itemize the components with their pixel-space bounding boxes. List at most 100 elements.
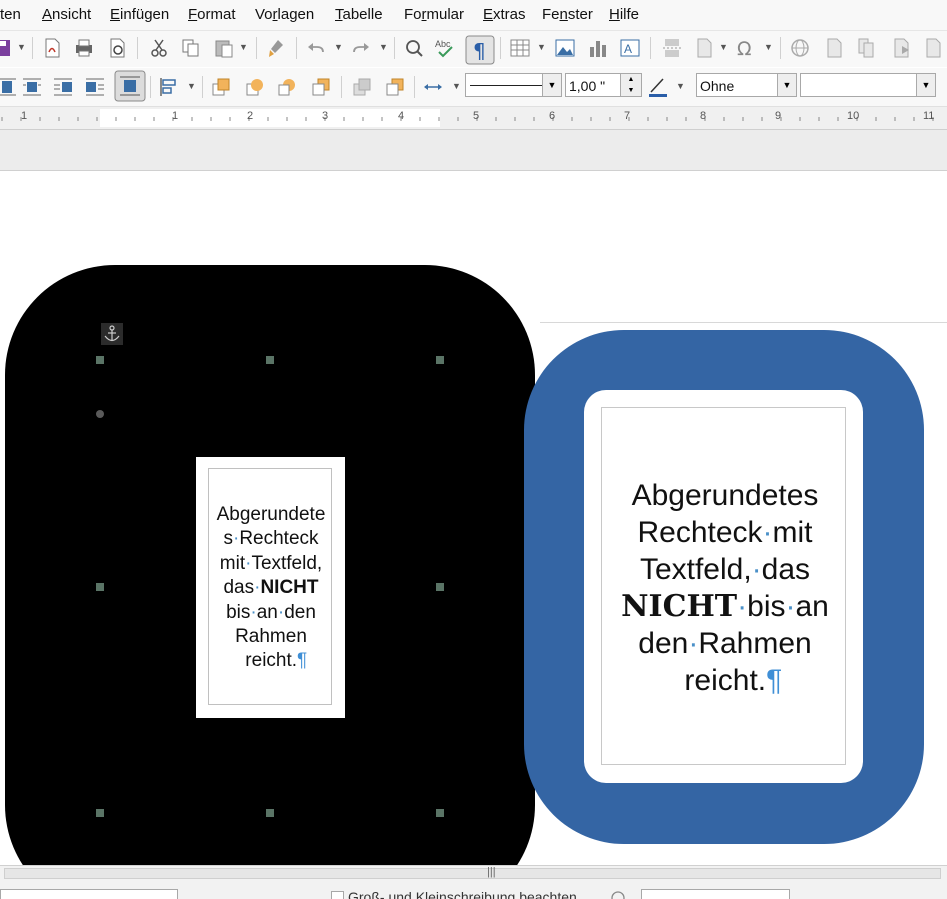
image-icon[interactable] <box>554 37 576 59</box>
area-style-dropdown[interactable]: Ohne ▼ <box>696 73 797 97</box>
document-page[interactable]: Abgerundete s·Rechteck mit·Textfeld, das… <box>0 171 947 865</box>
wrap-through-icon[interactable] <box>114 70 146 102</box>
wrap-off-icon[interactable] <box>0 76 18 98</box>
chevron-down-icon[interactable]: ▼ <box>542 74 561 96</box>
endnote-icon[interactable] <box>856 37 878 59</box>
to-foreground-icon[interactable] <box>351 76 373 98</box>
match-case-checkbox[interactable] <box>331 891 344 899</box>
print-preview-icon[interactable] <box>107 37 129 59</box>
chevron-down-icon[interactable]: ▼ <box>537 42 546 52</box>
textbox-right-text[interactable]: Abgerundetes Rechteck·mit Textfeld,·das … <box>606 477 844 699</box>
find-input[interactable] <box>0 889 178 899</box>
field-icon[interactable] <box>693 37 715 59</box>
resize-handle-w[interactable] <box>96 583 104 591</box>
spin-buttons[interactable]: ▲ ▼ <box>620 74 641 96</box>
wrap-right-icon[interactable] <box>84 76 106 98</box>
wrap-page-icon[interactable] <box>21 76 43 98</box>
find-scope-dropdown[interactable] <box>641 889 790 899</box>
resize-handle-e[interactable] <box>436 583 444 591</box>
backward-one-icon[interactable] <box>276 76 298 98</box>
menu-item-vorlagen[interactable]: Vorlagen <box>255 6 314 23</box>
menu-item-hilfe[interactable]: Hilfe <box>609 6 639 23</box>
ruler-number: 11 <box>923 110 935 122</box>
horizontal-scrollbar[interactable]: ||| <box>0 865 947 882</box>
chevron-down-icon[interactable]: ▼ <box>676 81 685 91</box>
line-style-dropdown[interactable]: ▼ <box>465 73 562 97</box>
resize-handle-sw[interactable] <box>96 809 104 817</box>
resize-handle-se[interactable] <box>436 809 444 817</box>
rotation-handle[interactable] <box>96 410 104 418</box>
print-icon[interactable] <box>73 37 95 59</box>
cross-reference-icon[interactable] <box>922 37 944 59</box>
chevron-down-icon[interactable]: ▼ <box>764 42 773 52</box>
text-box-icon[interactable]: A <box>619 37 641 59</box>
resize-handle-n[interactable] <box>266 356 274 364</box>
bookmark-icon[interactable] <box>890 37 912 59</box>
undo-icon[interactable] <box>305 37 327 59</box>
footnote-icon[interactable] <box>823 37 845 59</box>
ruler-number: 5 <box>473 110 480 122</box>
page-break-icon[interactable] <box>661 37 683 59</box>
line-color-icon[interactable] <box>647 76 669 98</box>
space-mark: · <box>785 590 796 623</box>
line-ends-icon[interactable] <box>422 76 444 98</box>
menu-item-format[interactable]: Format <box>188 6 236 23</box>
textbox-left-text[interactable]: Abgerundete s·Rechteck mit·Textfeld, das… <box>206 503 336 674</box>
wrap-left-icon[interactable] <box>52 76 74 98</box>
redo-icon[interactable] <box>350 37 372 59</box>
ruler-number: 8 <box>700 110 707 122</box>
toolbar-separator <box>650 37 651 59</box>
space-mark: · <box>751 553 762 586</box>
menu-item-formular[interactable]: Formular <box>404 6 464 23</box>
cut-icon[interactable] <box>148 37 170 59</box>
line-width-spinner[interactable]: 1,00 " ▲ ▼ <box>565 73 642 97</box>
chevron-down-icon[interactable]: ▼ <box>17 42 26 52</box>
find-replace-icon[interactable] <box>403 37 425 59</box>
send-to-back-icon[interactable] <box>310 76 332 98</box>
chevron-down-icon[interactable]: ▼ <box>334 42 343 52</box>
spelling-icon[interactable]: Abc <box>434 37 456 59</box>
spin-up-icon[interactable]: ▲ <box>621 74 641 85</box>
bring-to-front-icon[interactable] <box>210 76 232 98</box>
chart-icon[interactable] <box>587 37 609 59</box>
copy-icon[interactable] <box>180 37 202 59</box>
line-width-value[interactable]: 1,00 " <box>569 78 605 94</box>
menu-item-tabelle[interactable]: Tabelle <box>335 6 383 23</box>
chevron-down-icon[interactable]: ▼ <box>187 81 196 91</box>
export-pdf-icon[interactable] <box>41 37 63 59</box>
formatting-marks-icon[interactable]: ¶ <box>465 35 495 65</box>
menu-item-ansicht[interactable]: Ansicht <box>42 6 91 23</box>
chevron-down-icon[interactable]: ▼ <box>239 42 248 52</box>
anchor-icon[interactable] <box>101 323 123 345</box>
space-mark: · <box>762 516 773 549</box>
forward-one-icon[interactable] <box>244 76 266 98</box>
special-character-icon[interactable]: Ω <box>735 37 757 59</box>
ruler-number: 6 <box>549 110 556 122</box>
area-fill-dropdown[interactable]: ▼ <box>800 73 936 97</box>
spin-down-icon[interactable]: ▼ <box>621 85 641 96</box>
paste-icon[interactable] <box>213 37 235 59</box>
chevron-down-icon[interactable]: ▼ <box>379 42 388 52</box>
chevron-down-icon[interactable]: ▼ <box>777 74 796 96</box>
chevron-down-icon[interactable]: ▼ <box>916 74 935 96</box>
to-background-icon[interactable] <box>384 76 406 98</box>
menu-item-datei[interactable]: ten <box>0 6 21 23</box>
help-icon[interactable] <box>610 890 626 899</box>
save-icon[interactable] <box>0 37 14 59</box>
resize-handle-s[interactable] <box>266 809 274 817</box>
clone-formatting-icon[interactable] <box>265 37 287 59</box>
menu-rest: abelle <box>342 6 383 23</box>
menu-item-extras[interactable]: Extras <box>483 6 526 23</box>
hyperlink-icon[interactable] <box>789 37 811 59</box>
horizontal-ruler[interactable]: 1 1 2 3 4 5 6 7 8 9 10 11 <box>0 107 947 130</box>
menu-item-einfuegen[interactable]: Einfügen <box>110 6 169 23</box>
resize-handle-nw[interactable] <box>96 356 104 364</box>
scrollbar-thumb[interactable] <box>4 868 941 879</box>
resize-handle-ne[interactable] <box>436 356 444 364</box>
table-icon[interactable] <box>509 37 531 59</box>
mnemonic-a: A <box>42 6 53 23</box>
align-objects-icon[interactable] <box>158 76 180 98</box>
chevron-down-icon[interactable]: ▼ <box>452 81 461 91</box>
chevron-down-icon[interactable]: ▼ <box>719 42 728 52</box>
menu-item-fenster[interactable]: Fenster <box>542 6 593 23</box>
